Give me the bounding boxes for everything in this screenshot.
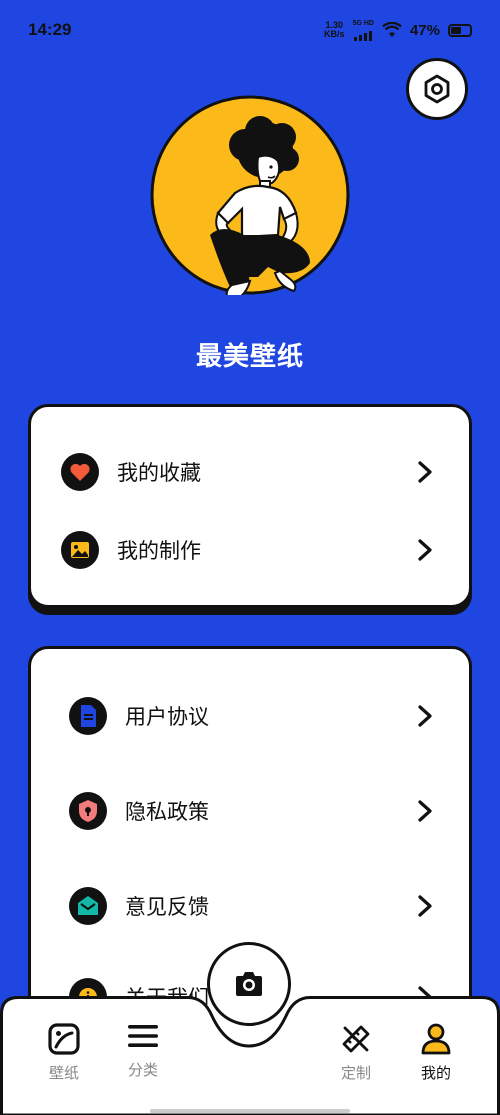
wallpaper-icon [48,1023,80,1055]
menu-item-privacy-policy[interactable]: 隐私政策 [31,781,469,841]
nav-item-category[interactable]: 分类 [113,1019,173,1080]
shield-lock-icon [69,792,107,830]
avatar-illustration [150,95,350,295]
nav-label: 分类 [127,1061,158,1079]
chevron-right-icon [418,895,432,917]
chevron-right-icon [418,539,432,561]
menu-item-user-agreement[interactable]: 用户协议 [31,686,469,746]
settings-button[interactable] [406,58,468,120]
status-bar: 14:29 1.30 KB/s 5G HD 47% [0,0,500,60]
chevron-right-icon [418,800,432,822]
app-name: 最美壁纸 [195,342,304,372]
home-indicator [150,1109,350,1113]
pencil-ruler-icon [342,1025,370,1053]
status-time: 14:29 [28,20,72,39]
wifi-icon [382,22,402,37]
image-icon [61,531,99,569]
status-indicators: 1.30 KB/s 5G HD 47% [324,20,472,41]
nav-label: 我的 [420,1064,451,1082]
menu-item-feedback[interactable]: 意见反馈 [31,876,469,936]
document-icon [69,697,107,735]
menu-item-label: 隐私政策 [125,800,209,824]
heart-icon [61,453,99,491]
nav-item-customize[interactable]: 定制 [326,1022,386,1083]
chevron-right-icon [418,705,432,727]
menu-item-label: 我的收藏 [117,461,201,485]
mail-icon [69,887,107,925]
menu-item-creations[interactable]: 我的制作 [31,520,469,580]
menu-icon [128,1025,158,1047]
nav-item-wallpaper[interactable]: 壁纸 [34,1022,94,1083]
menu-item-label: 意见反馈 [125,895,209,919]
nav-label: 定制 [340,1064,371,1082]
settings-hex-icon [424,74,450,104]
user-icon [421,1023,451,1055]
battery-percent: 47% [409,21,440,39]
network-speed: 1.30 KB/s [324,20,345,39]
menu-item-label: 用户协议 [125,705,209,729]
nav-label: 壁纸 [48,1064,79,1082]
camera-icon [236,972,262,996]
signal-icon: 5G HD [353,20,374,41]
menu-item-label: 我的制作 [117,539,201,563]
nav-item-mine[interactable]: 我的 [406,1022,466,1083]
camera-button[interactable] [207,942,291,1026]
menu-item-favorites[interactable]: 我的收藏 [31,442,469,502]
menu-card-primary: 我的收藏 我的制作 [28,404,472,608]
chevron-right-icon [418,461,432,483]
battery-icon [448,23,472,37]
